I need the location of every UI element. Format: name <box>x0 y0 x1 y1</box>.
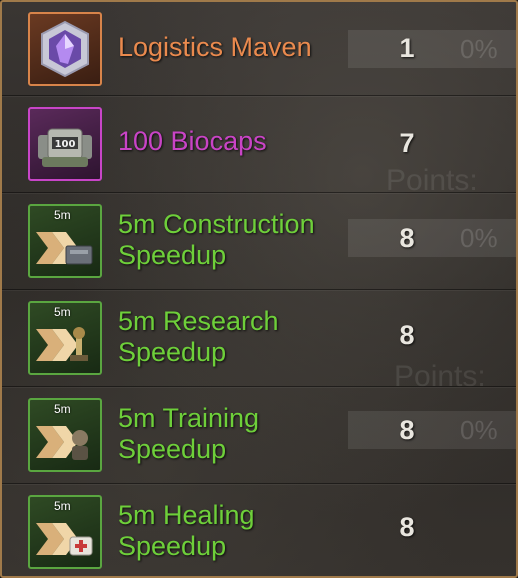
healing-speedup-icon: 5m <box>28 495 102 569</box>
item-name-line2: Speedup <box>118 337 227 367</box>
duration-tag: 5m <box>54 208 71 222</box>
item-count: 8 <box>399 415 415 445</box>
item-name: 100 Biocaps <box>118 126 267 156</box>
item-name-line1: 5m Training <box>118 403 260 433</box>
list-item: 5m 5m Training Speedup 0% 8 <box>2 387 516 484</box>
item-name-line1: 5m Research <box>118 306 279 336</box>
item-name-line2: Speedup <box>118 240 227 270</box>
item-name: 5m Healing Speedup <box>118 500 358 562</box>
reward-list-panel: Points: Points: Logistics Maven 0% 1 100… <box>0 0 518 578</box>
item-count: 8 <box>399 223 415 253</box>
bg-ghost-percent: 0% <box>460 415 498 445</box>
item-name-line1: 5m Construction <box>118 209 315 239</box>
item-name: 5m Research Speedup <box>118 306 358 368</box>
duration-tag: 5m <box>54 499 71 513</box>
item-name-line2: Speedup <box>118 531 227 561</box>
item-count: 8 <box>399 320 415 350</box>
item-name: Logistics Maven <box>118 32 312 62</box>
bg-ghost-percent: 0% <box>460 223 498 253</box>
reward-list: Logistics Maven 0% 1 100 100 Biocaps 7 5… <box>2 2 516 576</box>
list-item: 100 100 Biocaps 7 <box>2 96 516 193</box>
item-count: 7 <box>399 128 415 158</box>
training-speedup-icon: 5m <box>28 398 102 472</box>
item-count: 8 <box>399 512 415 542</box>
list-item: 5m 5m Healing Speedup 8 <box>2 484 516 576</box>
duration-tag: 5m <box>54 402 71 416</box>
item-count: 1 <box>399 33 415 63</box>
construction-speedup-icon: 5m <box>28 204 102 278</box>
biocaps-stack-icon: 100 <box>28 107 102 181</box>
svg-text:100: 100 <box>55 139 76 150</box>
bg-ghost-percent: 0% <box>460 34 498 64</box>
item-name-line2: Speedup <box>118 434 227 464</box>
item-name: 5m Construction Speedup <box>118 209 358 271</box>
list-item: Logistics Maven 0% 1 <box>2 2 516 96</box>
purple-crystal-icon <box>28 12 102 86</box>
list-item: 5m 5m Research Speedup 8 <box>2 290 516 387</box>
item-name-line1: 5m Healing <box>118 500 255 530</box>
duration-tag: 5m <box>54 305 71 319</box>
research-speedup-icon: 5m <box>28 301 102 375</box>
list-item: 5m 5m Construction Speedup 0% 8 <box>2 193 516 290</box>
item-name: 5m Training Speedup <box>118 403 358 465</box>
